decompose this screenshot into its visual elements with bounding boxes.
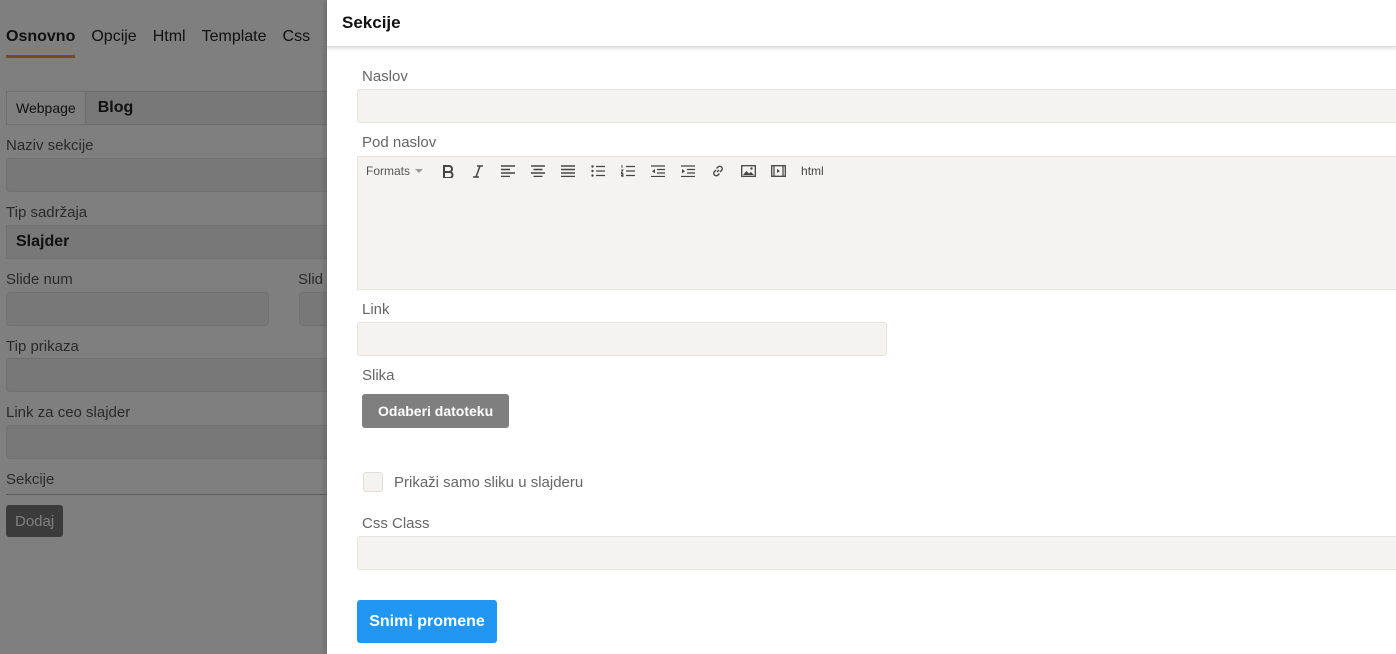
show-image-only-row: Prikaži samo sliku u slajderu (363, 472, 583, 492)
slika-label: Slika (362, 367, 395, 384)
panel-title: Sekcije (342, 13, 401, 32)
choose-file-button[interactable]: Odaberi datoteku (362, 394, 510, 428)
pod-naslov-label: Pod naslov (362, 134, 437, 151)
sekcije-panel: Sekcije Naslov Pod naslov Formats html L… (327, 0, 1396, 654)
media-icon[interactable] (769, 163, 787, 179)
naslov-input[interactable] (357, 89, 1396, 123)
chevron-down-icon (415, 169, 424, 173)
bold-icon[interactable] (439, 163, 457, 179)
css-class-label: Css Class (362, 515, 430, 532)
editor-toolbar: Formats html (366, 163, 824, 179)
html-source-button[interactable]: html (801, 164, 824, 178)
link-icon[interactable] (709, 163, 727, 179)
show-image-only-checkbox[interactable] (363, 472, 383, 492)
outdent-icon[interactable] (649, 163, 667, 179)
naslov-label: Naslov (362, 68, 408, 85)
align-center-icon[interactable] (529, 163, 547, 179)
panel-header: Sekcije (327, 0, 1396, 47)
align-left-icon[interactable] (499, 163, 517, 179)
show-image-only-label: Prikaži samo sliku u slajderu (394, 473, 584, 491)
image-icon[interactable] (739, 163, 757, 179)
formats-label: Formats (366, 164, 411, 178)
link-label: Link (362, 301, 390, 318)
pod-naslov-editor[interactable]: Formats html (357, 156, 1396, 290)
link-input[interactable] (357, 322, 887, 356)
formats-dropdown[interactable]: Formats (366, 164, 424, 178)
bullet-list-icon[interactable] (589, 163, 607, 179)
save-button[interactable]: Snimi promene (357, 600, 497, 643)
numbered-list-icon[interactable] (619, 163, 637, 179)
italic-icon[interactable] (469, 163, 487, 179)
css-class-input[interactable] (357, 536, 1396, 570)
align-justify-icon[interactable] (559, 163, 577, 179)
indent-icon[interactable] (679, 163, 697, 179)
